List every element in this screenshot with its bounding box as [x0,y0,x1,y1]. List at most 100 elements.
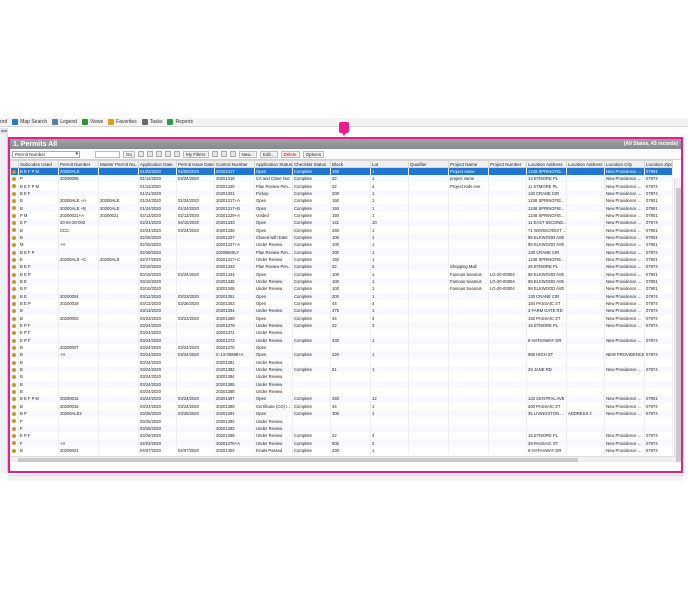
table-cell[interactable]: 07901 [644,211,673,220]
table-cell[interactable]: Pickup [254,189,293,198]
table-cell[interactable]: P M [18,211,59,220]
table-cell[interactable]: Complete [292,292,331,300]
table-row[interactable]: B 20200ALE +A 20200ALE 01/24/2020 01/24/2020… [10,197,673,205]
table-cell[interactable]: 20201345 [214,277,255,286]
table-cell[interactable] [408,358,449,366]
table-cell[interactable] [58,321,99,330]
table-row[interactable]: E P F 03/24/2020 20201370 Under Review Compl… [10,321,673,330]
table-cell[interactable]: 03/24/2020 [138,329,177,337]
table-cell[interactable] [488,263,527,271]
table-cell[interactable]: Open [254,299,293,308]
table-cell[interactable]: Plan Review Pen... [254,263,293,271]
table-cell[interactable]: 07901 [644,270,673,278]
table-cell[interactable]: 1 [370,307,409,315]
table-cell[interactable]: 07974 [644,314,673,322]
table-row[interactable]: F +A 04/03/2020 20201375+A Under Review Compl… [10,439,673,447]
table-cell[interactable] [644,380,673,388]
table-cell[interactable] [330,373,371,381]
table-cell[interactable]: New Providence ... [604,402,645,410]
table-cell[interactable] [566,241,605,249]
table-row[interactable]: B 20200007 03/24/2020 03/24/2020 20201375 Ope… [10,343,673,352]
table-cell[interactable]: 01/24/2020 [176,204,215,212]
table-cell[interactable]: 20201346 [214,285,255,293]
table-cell[interactable]: 20200015 [58,395,99,403]
table-cell[interactable] [98,233,139,242]
row-status-icon-cell[interactable] [10,263,19,271]
table-cell[interactable]: 01/24/2020 [176,197,215,205]
table-cell[interactable]: M [18,241,59,249]
export-icon[interactable] [165,151,172,157]
table-cell[interactable] [604,373,645,381]
table-row[interactable]: B E P 20200018 03/13/2020 03/26/2020 2020135… [10,299,673,308]
table-cell[interactable] [58,380,99,388]
table-cell[interactable]: CA and Close Out [254,175,293,183]
table-cell[interactable]: B E [18,277,59,286]
table-cell[interactable]: 03/26/2020 [138,432,177,440]
table-cell[interactable]: 1 [370,226,409,234]
table-cell[interactable] [98,292,139,300]
table-cell[interactable]: 03/24/2020 [138,387,177,396]
row-status-icon-cell[interactable] [10,387,19,396]
row-status-icon-cell[interactable] [10,395,19,403]
table-cell[interactable] [566,402,605,410]
table-cell[interactable]: 2 [370,263,409,271]
table-cell[interactable] [408,292,449,300]
table-cell[interactable]: 141 [330,219,371,227]
table-cell[interactable]: 20201336 [214,226,255,234]
table-cell[interactable]: Under Review [254,387,293,396]
table-cell[interactable]: 03/23/2020 [138,314,177,322]
table-cell[interactable]: 03/24/2020 [176,351,215,359]
table-cell[interactable]: 200 [330,189,371,198]
table-cell[interactable]: B [18,314,59,322]
table-cell[interactable] [488,402,527,410]
table-cell[interactable]: Under Review [254,373,293,381]
table-cell[interactable]: 03/12/2020 [138,292,177,300]
table-cell[interactable]: 03/24/2020 [176,175,215,183]
table-cell[interactable] [566,432,605,440]
table-cell[interactable] [176,248,215,256]
table-cell[interactable] [566,270,605,278]
table-cell[interactable]: Complete [292,402,331,410]
table-cell[interactable] [604,417,645,425]
table-cell[interactable] [448,424,489,433]
table-cell[interactable]: New Providence ... [604,204,645,212]
table-cell[interactable]: 4 [370,182,409,190]
table-cell[interactable]: 20201375+A [214,439,255,447]
table-cell[interactable]: B [18,197,59,205]
toolbar-item-views[interactable]: Views [81,119,103,125]
table-cell[interactable]: +A [58,351,99,359]
table-cell[interactable] [566,380,605,388]
table-cell[interactable] [98,314,139,322]
table-cell[interactable]: 01/14/2020 [138,175,177,183]
table-cell[interactable]: New Providence ... [604,432,645,440]
table-cell[interactable] [98,263,139,271]
table-cell[interactable]: 02/24/2020 [138,226,177,234]
table-cell[interactable] [526,358,567,366]
table-cell[interactable] [176,329,215,337]
table-cell[interactable]: Complete [292,189,331,198]
table-cell[interactable] [566,167,605,175]
table-cell[interactable] [98,219,139,227]
table-cell[interactable]: 03/24/2020 [176,395,215,403]
table-cell[interactable]: 20200ALE +C [58,255,99,264]
row-status-icon-cell[interactable] [10,182,19,190]
table-cell[interactable]: 04/15/2020 [176,219,215,227]
row-status-icon-cell[interactable] [10,211,19,220]
table-cell[interactable]: 61 [330,365,371,374]
table-cell[interactable] [488,439,527,447]
table-cell[interactable] [488,329,527,337]
table-cell[interactable]: 03/13/2020 [138,307,177,315]
table-cell[interactable] [448,365,489,374]
table-cell[interactable]: 44 [330,402,371,410]
table-cell[interactable]: 1 [370,233,409,242]
table-cell[interactable] [526,424,567,433]
table-cell[interactable]: 1 [370,248,409,256]
table-cell[interactable] [448,241,489,249]
row-status-icon-cell[interactable] [10,175,19,183]
table-cell[interactable]: New Providence ... [604,321,645,330]
table-cell[interactable]: 98 ELKWOOD AVE [526,277,567,286]
column-header[interactable]: Control Number [214,160,255,168]
table-cell[interactable] [58,336,99,344]
table-cell[interactable]: New Providence ... [604,241,645,249]
table-cell[interactable]: 20201403 [214,446,255,455]
